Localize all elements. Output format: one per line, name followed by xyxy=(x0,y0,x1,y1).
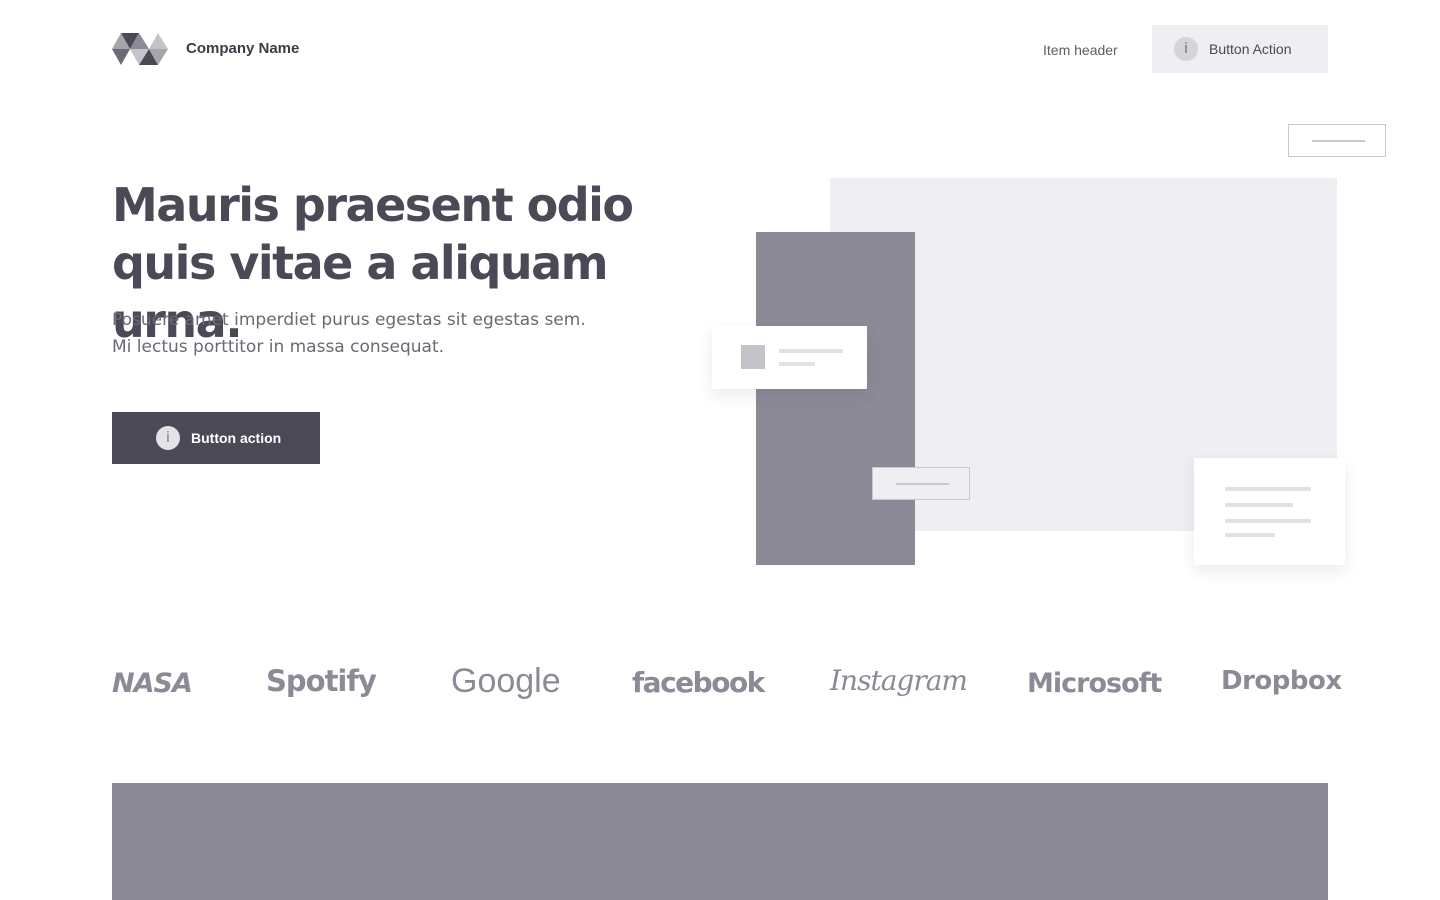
company-name: Company Name xyxy=(186,40,300,57)
illustration-dark-panel xyxy=(756,232,915,565)
bottom-section-block xyxy=(112,783,1328,900)
microsoft-logo[interactable]: Microsoft xyxy=(1027,668,1162,699)
illustration-outline-box-middle xyxy=(872,467,970,500)
header-action-button[interactable]: i Button Action xyxy=(1152,25,1328,73)
facebook-logo[interactable]: facebook xyxy=(632,666,765,699)
illustration-card-left xyxy=(712,326,867,389)
info-icon: i xyxy=(1174,37,1198,61)
image-placeholder-icon xyxy=(741,345,765,369)
spotify-logo[interactable]: Spotify xyxy=(266,664,377,698)
google-logo[interactable]: Google xyxy=(451,662,561,701)
hero-subtitle: Posuere amet imperdiet purus egestas sit… xyxy=(112,307,672,361)
nasa-logo[interactable]: NASA xyxy=(112,668,193,699)
hero-subtitle-line-2: Mi lectus porttitor in massa consequat. xyxy=(112,337,445,357)
illustration-outline-box-top xyxy=(1288,124,1386,157)
instagram-logo[interactable]: Instagram xyxy=(830,664,968,697)
hero-action-button[interactable]: i Button action xyxy=(112,412,320,464)
nav-item-header[interactable]: Item header xyxy=(1043,42,1118,58)
header-action-button-label: Button Action xyxy=(1209,41,1292,57)
info-icon: i xyxy=(156,426,180,450)
company-logo[interactable] xyxy=(112,33,168,65)
hero-action-button-label: Button action xyxy=(191,430,282,446)
dropbox-logo[interactable]: Dropbox xyxy=(1221,666,1342,696)
illustration-card-right xyxy=(1194,458,1345,565)
hero-subtitle-line-1: Posuere amet imperdiet purus egestas sit… xyxy=(112,310,586,330)
